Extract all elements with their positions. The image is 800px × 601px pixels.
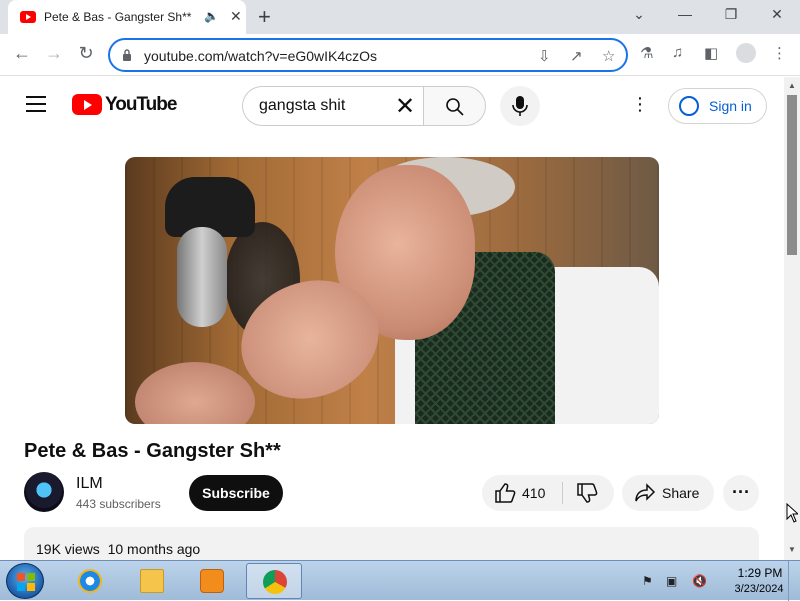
like-count: 410: [522, 485, 546, 501]
side-panel-icon[interactable]: ◧: [704, 44, 718, 62]
share-arrow-icon: [634, 483, 656, 508]
browser-toolbar: ← → ↻ youtube.com/watch?v=eG0wIK4czOs ⇩ …: [0, 34, 800, 76]
extensions-icon[interactable]: ⚗: [640, 44, 653, 62]
tab-search-icon[interactable]: ⌄: [624, 6, 654, 23]
close-window-button[interactable]: ✕: [762, 6, 792, 23]
reload-button[interactable]: ↻: [74, 43, 98, 64]
sign-in-label: Sign in: [709, 98, 752, 114]
like-dislike-group: 410: [482, 475, 614, 511]
volume-muted-icon[interactable]: 🔇: [692, 574, 707, 588]
subscribe-button[interactable]: Subscribe: [189, 475, 283, 511]
thumbs-up-icon: [495, 483, 516, 503]
install-icon[interactable]: ⇩: [538, 47, 551, 65]
action-center-flag-icon[interactable]: ⚑: [642, 574, 653, 588]
profile-avatar-icon[interactable]: [736, 43, 756, 63]
clear-search-icon[interactable]: ✕: [395, 92, 415, 121]
youtube-logo[interactable]: YouTube: [72, 94, 177, 116]
minimize-button[interactable]: —: [670, 6, 700, 22]
search-input[interactable]: gangsta shit ✕: [242, 86, 424, 126]
browser-tab[interactable]: Pete & Bas - Gangster Sh** 🔈 ✕: [8, 0, 246, 34]
search-button[interactable]: [423, 86, 486, 126]
youtube-favicon-icon: [20, 11, 36, 23]
subscriber-count: 443 subscribers: [76, 497, 161, 511]
video-player[interactable]: [125, 157, 659, 424]
sign-in-button[interactable]: Sign in: [668, 88, 767, 124]
view-count: 19K views: [36, 541, 100, 557]
browser-menu-icon[interactable]: ⋮: [772, 44, 787, 62]
address-bar[interactable]: youtube.com/watch?v=eG0wIK4czOs ⇩ ↗ ☆: [108, 38, 628, 72]
dislike-button[interactable]: [576, 483, 598, 508]
restore-button[interactable]: ❐: [716, 6, 746, 23]
microphone-icon: [512, 96, 528, 116]
new-tab-button[interactable]: +: [258, 4, 271, 30]
windows-taskbar: ⚑ ▣ 🔇 1:29 PM 3/23/2024: [0, 560, 800, 601]
account-icon: [679, 96, 699, 116]
tab-title: Pete & Bas - Gangster Sh**: [44, 10, 192, 24]
browser-tab-strip: Pete & Bas - Gangster Sh** 🔈 ✕ + ⌄ — ❐ ✕: [0, 0, 800, 34]
voice-search-button[interactable]: [500, 86, 540, 126]
media-player-icon: [200, 569, 224, 593]
view-count-and-date: 19K views 10 months ago: [36, 541, 200, 557]
share-button[interactable]: Share: [622, 475, 714, 511]
menu-icon[interactable]: [26, 96, 46, 112]
clock-date[interactable]: 3/23/2024: [724, 583, 794, 595]
upload-age: 10 months ago: [107, 541, 201, 557]
forward-button[interactable]: →: [42, 43, 66, 64]
system-tray: ⚑ ▣ 🔇 1:29 PM 3/23/2024: [640, 561, 800, 601]
back-button[interactable]: ←: [10, 43, 34, 64]
youtube-header: YouTube gangsta shit ✕ ⋮ Sign in: [0, 77, 784, 133]
share-page-icon[interactable]: ↗: [570, 47, 583, 65]
mouse-cursor-icon: [786, 503, 798, 523]
lock-icon: [123, 49, 131, 61]
channel-avatar[interactable]: [24, 472, 64, 512]
clock-time[interactable]: 1:29 PM: [730, 566, 790, 580]
bookmark-star-icon[interactable]: ☆: [602, 47, 615, 65]
windows-logo-icon: [17, 573, 35, 591]
video-title: Pete & Bas - Gangster Sh**: [24, 440, 281, 462]
url-text: youtube.com/watch?v=eG0wIK4czOs: [144, 48, 378, 64]
network-icon[interactable]: ▣: [666, 574, 677, 588]
search-query-text: gangsta shit: [259, 97, 346, 114]
video-frame-microphone: [177, 227, 227, 327]
share-label: Share: [662, 485, 700, 501]
more-actions-button[interactable]: ···: [723, 475, 759, 511]
close-tab-icon[interactable]: ✕: [230, 8, 242, 25]
speaker-icon[interactable]: 🔈: [204, 9, 219, 23]
taskbar-file-explorer[interactable]: [124, 563, 180, 599]
taskbar-media-player[interactable]: [184, 563, 240, 599]
thumbs-down-icon: [577, 483, 598, 503]
internet-explorer-icon: [78, 569, 102, 593]
show-desktop-button[interactable]: [788, 561, 800, 601]
media-control-icon[interactable]: ♫: [672, 44, 683, 61]
scrollbar-thumb[interactable]: [787, 95, 797, 255]
channel-name[interactable]: ILM: [76, 475, 103, 493]
taskbar-internet-explorer[interactable]: [62, 563, 118, 599]
chrome-icon: [263, 570, 287, 594]
settings-more-icon[interactable]: ⋮: [630, 94, 650, 115]
start-button[interactable]: [6, 563, 44, 599]
like-separator: [562, 482, 563, 504]
like-button[interactable]: [494, 483, 516, 508]
scroll-down-arrow-icon[interactable]: ▼: [788, 545, 796, 554]
taskbar-chrome[interactable]: [246, 563, 302, 599]
scroll-up-arrow-icon[interactable]: ▲: [788, 81, 796, 90]
search-icon: [446, 98, 464, 116]
youtube-play-icon: [72, 94, 102, 115]
folder-icon: [140, 569, 164, 593]
page-scrollbar[interactable]: ▲ ▼: [784, 77, 800, 560]
youtube-wordmark: YouTube: [105, 94, 177, 115]
